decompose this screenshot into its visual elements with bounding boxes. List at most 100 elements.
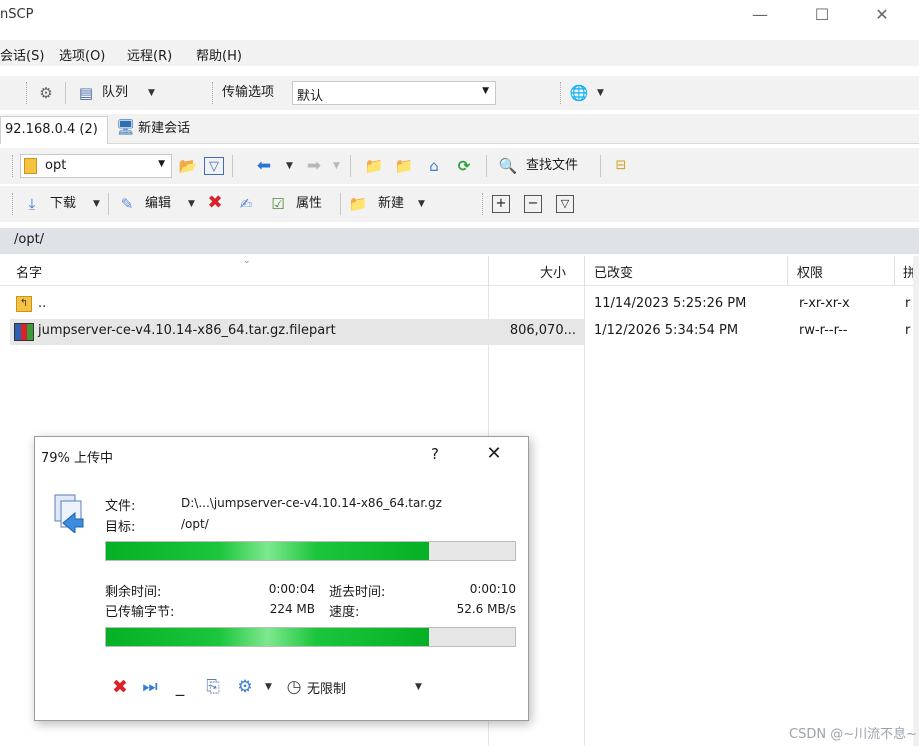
speed-limit-value[interactable]: 无限制 [307, 678, 346, 697]
select-all-icon[interactable]: + [492, 195, 510, 213]
toolbar-separator [65, 82, 66, 104]
refresh-icon[interactable]: ⟳ [454, 157, 474, 175]
vertical-scrollbar[interactable] [913, 256, 919, 746]
toolbar-separator [350, 155, 351, 177]
on-completion-icon[interactable]: ⚙ [233, 677, 257, 697]
download-button[interactable]: 下载 [50, 195, 76, 213]
queue-button[interactable]: 队列 [102, 84, 128, 102]
globe-sync-icon[interactable]: 🌐 [568, 84, 590, 102]
toolbar-grip [12, 193, 15, 215]
file-progress-bar [105, 541, 516, 561]
tab-new-session[interactable]: 🖥 新建会话 [112, 116, 222, 144]
file-row-selected-details[interactable]: 1/12/2026 5:34:54 PM rw-r--r-- r [584, 319, 919, 345]
file-rights: r-xr-xr-x [799, 296, 850, 311]
new-button[interactable]: 新建 [378, 195, 404, 213]
parent-directory-icon[interactable]: 📁 [364, 157, 384, 175]
unselect-all-icon[interactable]: − [524, 195, 542, 213]
file-name: jumpserver-ce-v4.10.14-x86_64.tar.gz.fil… [38, 323, 336, 338]
back-dropdown-caret[interactable]: ▼ [286, 157, 293, 175]
queue-icon[interactable]: ▤ [76, 84, 96, 102]
skip-file-icon[interactable]: ⏭ [139, 677, 161, 697]
current-path: /opt/ [14, 232, 45, 247]
column-header-name[interactable]: 名字 [16, 262, 42, 281]
rename-icon[interactable]: ✍ [236, 195, 256, 213]
file-changed: 1/12/2026 5:34:54 PM [594, 323, 739, 338]
navigation-toolbar: opt ▼ 📂 ▽ ⬅ ▼ ➡ ▼ 📁 📁 ⌂ ⟳ 🔍 查找文件 ⊟ [0, 148, 919, 184]
speed-limit-dropdown-caret[interactable]: ▼ [415, 678, 422, 696]
file-row-selected[interactable]: jumpserver-ce-v4.10.14-x86_64.tar.gz.fil… [10, 319, 584, 345]
transfer-settings-value: 默认 [297, 89, 324, 104]
path-combo-value: opt [45, 158, 67, 173]
close-window-button[interactable]: ✕ [860, 2, 904, 28]
minimize-dialog-icon[interactable]: _ [173, 677, 187, 697]
column-header-changed[interactable]: 已改变 [594, 262, 633, 281]
total-progress-fill [106, 628, 430, 646]
column-divider[interactable] [894, 256, 895, 286]
globe-dropdown-caret[interactable]: ▼ [597, 84, 604, 102]
properties-icon[interactable]: ☑ [268, 195, 288, 213]
find-files-icon[interactable]: 🔍 [498, 157, 518, 175]
elapsed-time-label: 逝去时间: [329, 585, 386, 600]
edit-icon[interactable]: ✎ [117, 195, 137, 213]
maximize-button[interactable]: ☐ [800, 2, 844, 28]
back-arrow-icon[interactable]: ⬅ [252, 157, 276, 175]
window-title: nSCP [0, 7, 34, 22]
cancel-transfer-icon[interactable]: ✖ [109, 677, 131, 697]
edit-dropdown-caret[interactable]: ▼ [188, 195, 195, 213]
tree-toggle-icon[interactable]: ⊟ [610, 157, 632, 175]
title-bar: nSCP — ☐ ✕ [0, 0, 919, 33]
transfer-settings-select[interactable]: 默认 ▼ [292, 81, 496, 105]
menu-help[interactable]: 帮助(H) [196, 45, 242, 64]
new-session-icon: 🖥 [116, 118, 136, 136]
gear-icon[interactable]: ⚙ [36, 84, 56, 102]
on-completion-dropdown-caret[interactable]: ▼ [265, 678, 272, 696]
download-dropdown-caret[interactable]: ▼ [93, 195, 100, 213]
path-combo[interactable]: opt ▼ [20, 154, 172, 178]
column-header-size[interactable]: 大小 [540, 262, 566, 281]
column-divider[interactable] [488, 256, 489, 286]
dialog-close-button[interactable]: ✕ [483, 443, 505, 464]
upload-progress-dialog: 79% 上传中 ? ✕ 文件: D:\...\jumpserver-ce-v4.… [34, 436, 529, 721]
speed-limit-icon[interactable]: ◷ [283, 677, 305, 697]
menu-remote[interactable]: 远程(R) [127, 45, 172, 64]
download-icon[interactable]: ⤓ [22, 195, 42, 213]
file-owner: r [905, 323, 911, 338]
file-actions-toolbar: ⤓ 下载 ▼ ✎ 编辑 ▼ ✖ ✍ ☑ 属性 📁 新建 ▼ + − ▽ [0, 186, 919, 222]
toolbar-grip [212, 82, 215, 104]
queue-dropdown-caret[interactable]: ▼ [148, 84, 155, 102]
minimize-button[interactable]: — [738, 2, 782, 28]
help-button[interactable]: ? [427, 445, 443, 463]
elapsed-time-value: 0:00:10 [469, 582, 516, 596]
tab-session[interactable]: 92.168.0.4 (2) [0, 116, 108, 144]
forward-arrow-icon[interactable]: ➡ [302, 157, 326, 175]
properties-button[interactable]: 属性 [296, 195, 322, 213]
speed-value: 52.6 MB/s [456, 602, 516, 616]
watermark: CSDN @~川流不息~ [789, 727, 917, 742]
toolbar-separator [108, 193, 109, 215]
menu-options[interactable]: 选项(O) [59, 45, 105, 64]
file-progress-fill [106, 542, 430, 560]
toolbar-separator [340, 193, 341, 215]
archive-file-icon [14, 323, 34, 341]
new-folder-icon[interactable]: 📁 [348, 195, 368, 213]
move-to-background-icon[interactable]: ⎘ [201, 677, 225, 697]
filter-select-icon[interactable]: ▽ [556, 195, 574, 213]
home-icon[interactable]: ⌂ [424, 157, 444, 175]
delete-icon[interactable]: ✖ [205, 194, 225, 212]
forward-dropdown-caret[interactable]: ▼ [333, 157, 340, 175]
file-owner: r [905, 296, 911, 311]
edit-button[interactable]: 编辑 [145, 195, 171, 213]
find-files-button[interactable]: 查找文件 [526, 157, 578, 175]
file-row-parent[interactable]: ↰ .. 11/14/2023 5:25:26 PM r-xr-xr-x r [10, 292, 919, 318]
filter-icon[interactable]: ▽ [204, 157, 224, 175]
folder-icon [24, 158, 37, 174]
file-name: .. [38, 296, 47, 311]
open-folder-icon[interactable]: 📂 [178, 157, 198, 175]
menu-session[interactable]: 会话(S) [0, 45, 44, 64]
new-dropdown-caret[interactable]: ▼ [418, 195, 425, 213]
file-changed: 11/14/2023 5:25:26 PM [594, 296, 747, 311]
column-divider[interactable] [584, 256, 585, 286]
root-directory-icon[interactable]: 📁 [394, 157, 414, 175]
column-header-rights[interactable]: 权限 [797, 262, 823, 281]
column-divider[interactable] [787, 256, 788, 286]
